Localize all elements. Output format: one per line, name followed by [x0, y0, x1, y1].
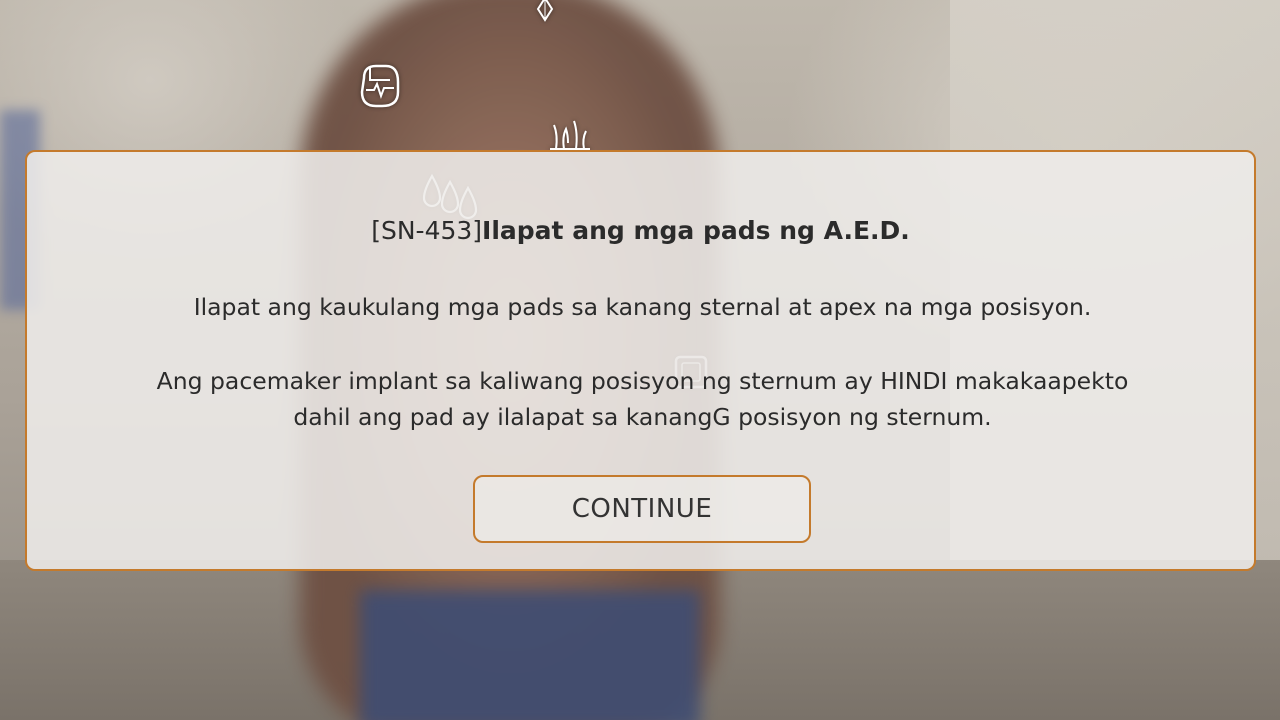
- dialog-heading: Ilapat ang mga pads ng A.E.D.: [482, 216, 910, 245]
- instruction-dialog: [SN-453]Ilapat ang mga pads ng A.E.D. Il…: [25, 150, 1256, 571]
- heart-monitor-icon[interactable]: [356, 60, 404, 110]
- dialog-title: [SN-453]Ilapat ang mga pads ng A.E.D.: [27, 216, 1254, 245]
- dialog-note-line-1: Ang pacemaker implant sa kaliwang posisy…: [156, 367, 1129, 395]
- dialog-note-line-2: dahil ang pad ay ilalapat sa kanangG pos…: [293, 403, 992, 431]
- hair-icon[interactable]: [546, 113, 594, 153]
- continue-button[interactable]: CONTINUE: [473, 475, 811, 543]
- patient-jeans: [360, 590, 700, 720]
- scenario-code: [SN-453]: [371, 216, 483, 245]
- dialog-instruction-text: Ilapat ang kaukulang mga pads sa kanang …: [193, 293, 1092, 321]
- diamond-icon[interactable]: [535, 0, 555, 24]
- dialog-note-text: Ang pacemaker implant sa kaliwang posisy…: [87, 363, 1198, 435]
